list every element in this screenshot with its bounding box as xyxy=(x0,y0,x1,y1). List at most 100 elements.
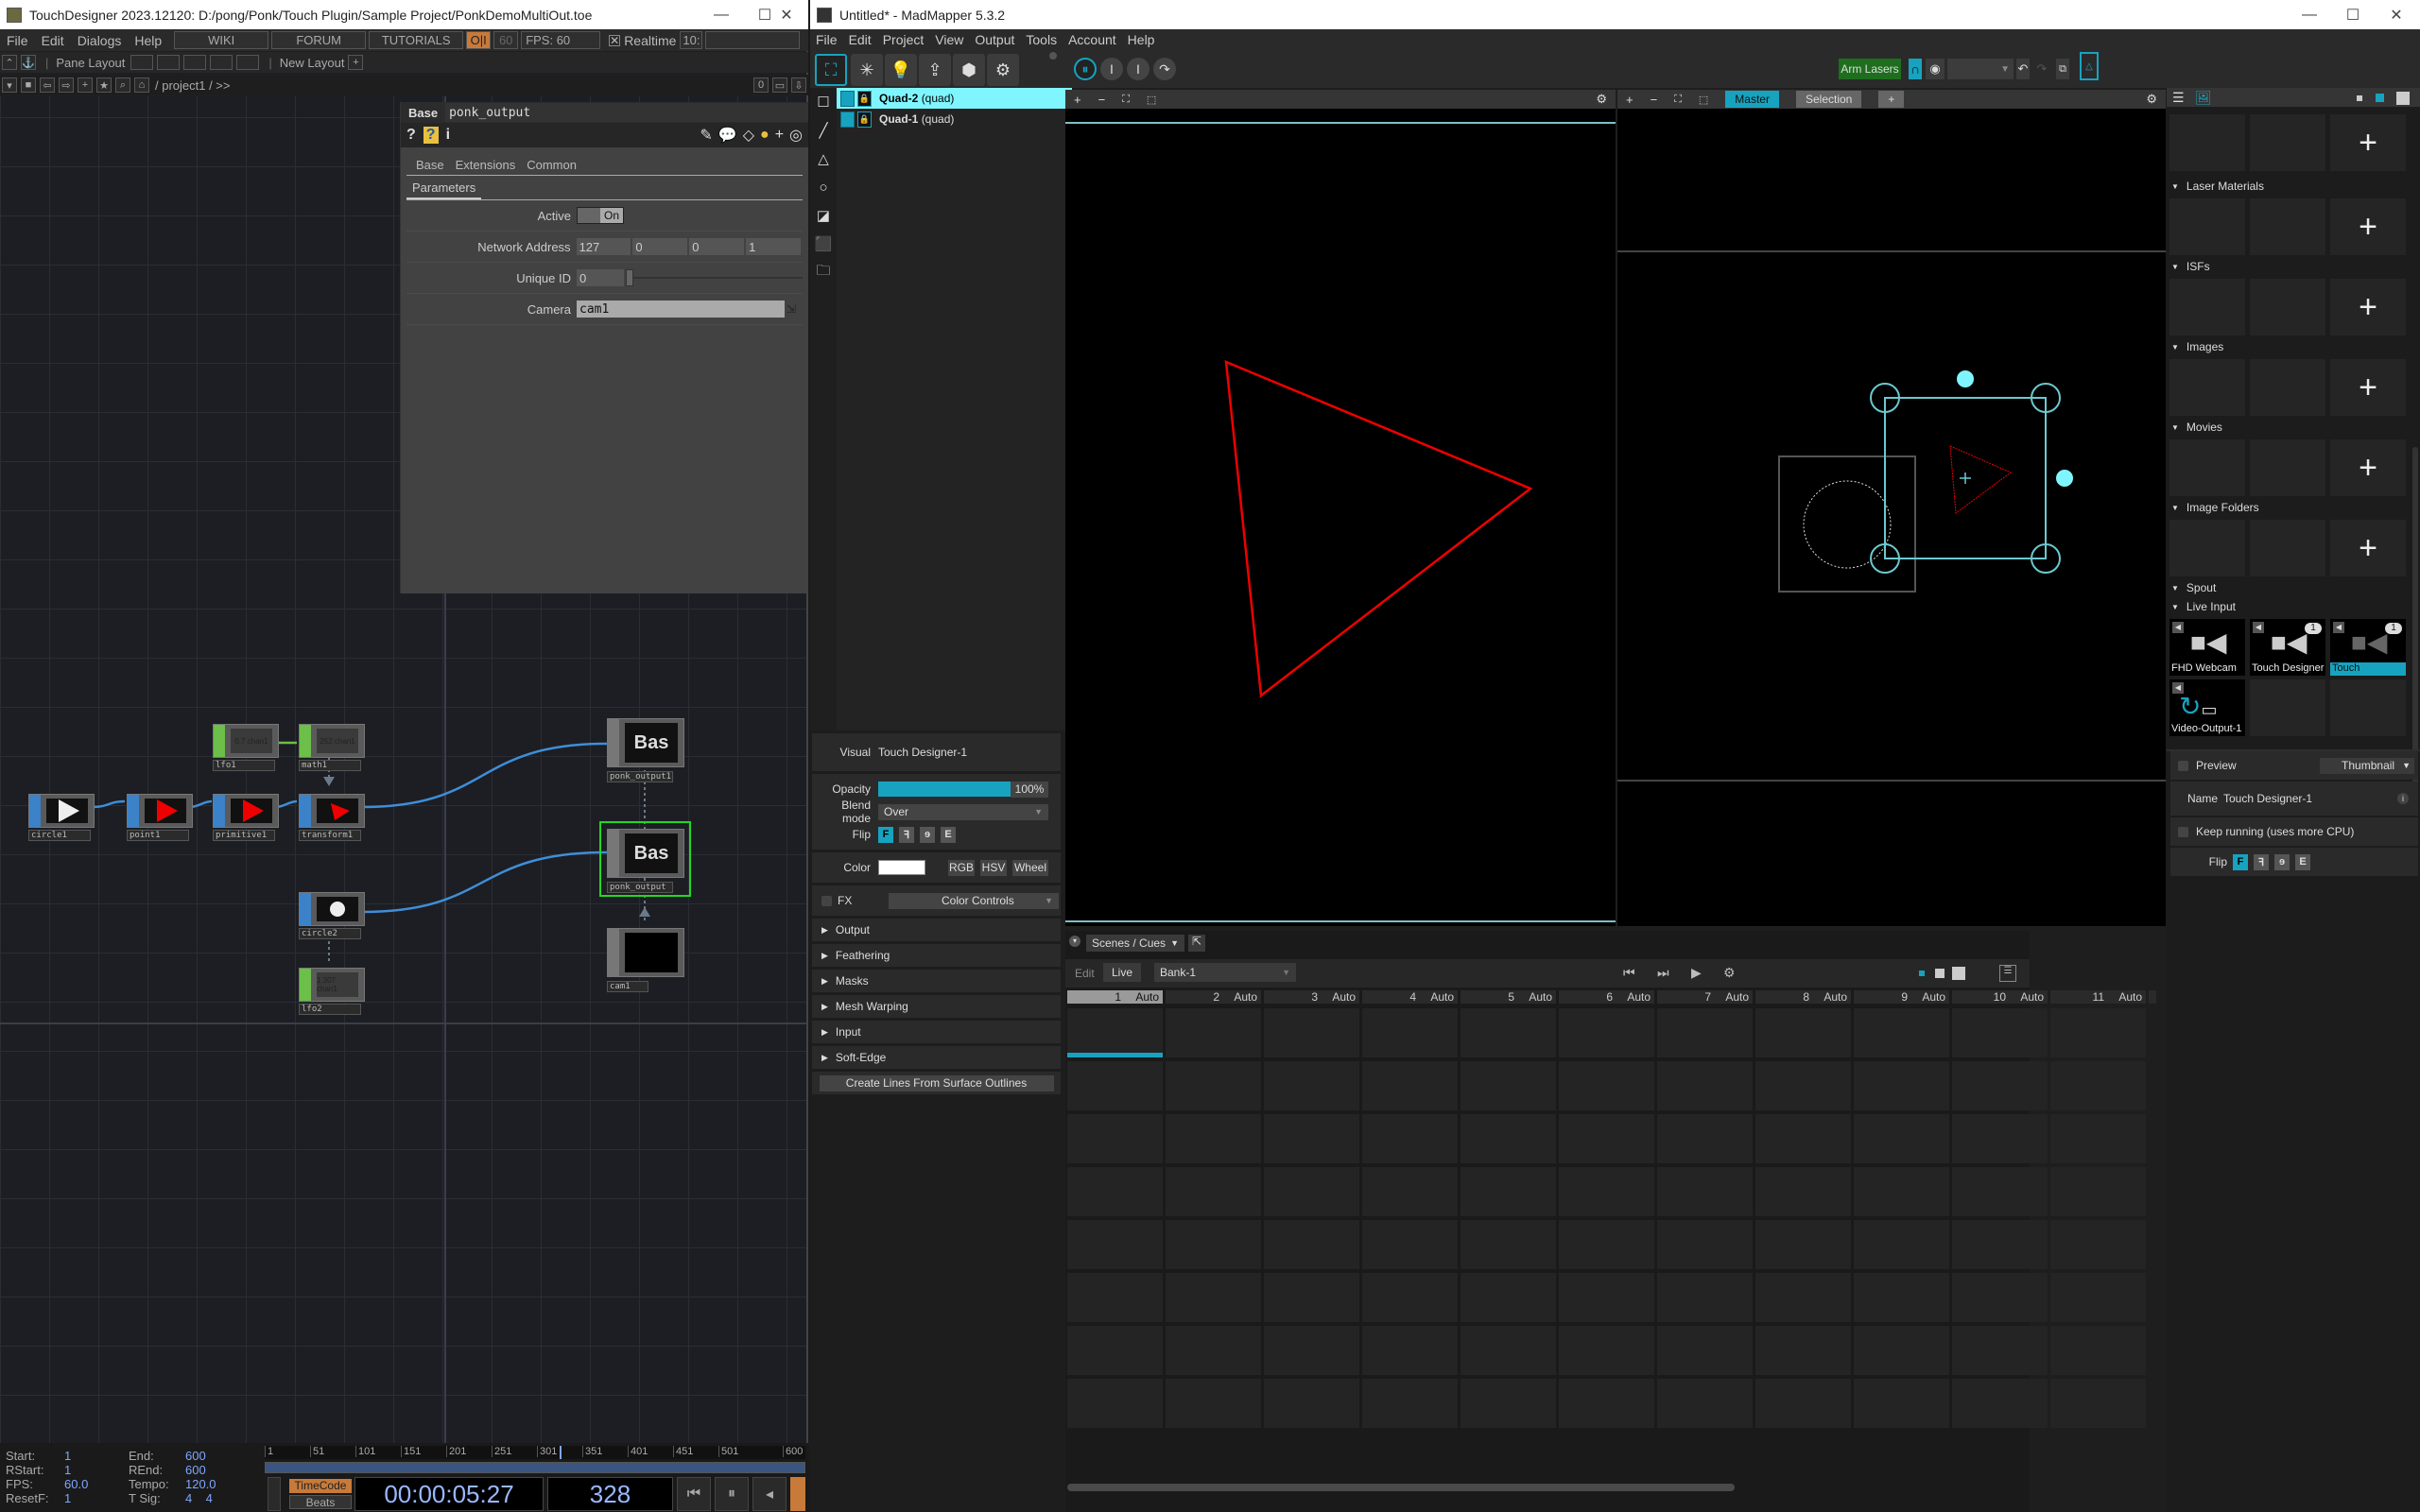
back-icon[interactable]: ◀ xyxy=(2172,622,2184,633)
laser-mode-icon[interactable]: ✳ xyxy=(851,54,883,86)
add-folder-icon[interactable]: 🗀 xyxy=(810,258,837,286)
layout-split-h[interactable] xyxy=(183,55,207,70)
layout-quad[interactable] xyxy=(236,55,260,70)
net-address-0[interactable]: 127 xyxy=(576,238,631,255)
cue-cell[interactable] xyxy=(1264,1167,1359,1216)
anchor-icon[interactable]: ⚓ xyxy=(21,55,36,70)
menu-down-icon[interactable]: ▾ xyxy=(2,77,17,93)
timeline-ruler[interactable]: 1 51 101 151 201 251 301 351 401 451 501 600 xyxy=(265,1446,805,1459)
section-output[interactable]: Output xyxy=(812,919,1061,941)
cue-header[interactable]: 5 Auto xyxy=(1461,990,1556,1004)
td-menu-file[interactable]: File xyxy=(0,33,35,48)
library-section-images[interactable]: Images xyxy=(2169,338,2223,355)
cue-cell[interactable] xyxy=(1559,1220,1654,1269)
surface-item-quad-2[interactable]: 🔒 Quad-2 (quad) xyxy=(837,88,1072,109)
target-icon[interactable]: ◎ xyxy=(789,126,803,145)
cue-cell[interactable] xyxy=(1952,1061,2048,1110)
settings-icon[interactable]: ⚙ xyxy=(987,54,1019,86)
mm-menu-help[interactable]: Help xyxy=(1122,32,1161,47)
cue-cell[interactable] xyxy=(1362,1379,1458,1428)
color-swatch[interactable] xyxy=(878,860,925,875)
lights-mode-icon[interactable]: 💡 xyxy=(885,54,917,86)
cue-cell[interactable] xyxy=(1264,1061,1359,1110)
add-layout-icon[interactable]: + xyxy=(348,55,364,70)
flip-none-button[interactable]: F xyxy=(2233,853,2248,870)
output-canvas[interactable] xyxy=(1617,109,2166,926)
cue-cell[interactable] xyxy=(1559,1379,1654,1428)
document-icon[interactable]: △ xyxy=(2080,52,2099,80)
comment-icon[interactable]: 💬 xyxy=(718,126,737,145)
live-input-fhd-webcam[interactable]: ◀ ■◀ FHD Webcam xyxy=(2169,619,2245,676)
beats-button[interactable]: Beats xyxy=(289,1495,352,1509)
cue-cell[interactable] xyxy=(1755,1008,1851,1057)
fit-icon[interactable]: ⛶ xyxy=(1674,94,1682,106)
visibility-toggle[interactable] xyxy=(840,111,855,128)
cue-cell[interactable] xyxy=(1067,1326,1163,1375)
fx-checkbox[interactable] xyxy=(821,895,832,906)
media-slot[interactable] xyxy=(2169,439,2245,496)
cue-cell[interactable] xyxy=(1264,1008,1359,1057)
fit-icon[interactable]: ⛶ xyxy=(1122,94,1130,106)
cue-cell[interactable] xyxy=(1952,1008,2048,1057)
cue-cell[interactable] xyxy=(1362,1114,1458,1163)
flip-v-button[interactable]: ɘ xyxy=(2274,853,2290,870)
fps-cap-field[interactable]: 60 xyxy=(493,31,519,49)
cue-cell[interactable] xyxy=(1559,1008,1654,1057)
cue-cell[interactable] xyxy=(1755,1326,1851,1375)
cue-cell[interactable] xyxy=(2050,1008,2146,1057)
flip-hv-button[interactable]: E xyxy=(2295,853,2310,870)
cue-header[interactable]: 11 Auto xyxy=(2050,990,2146,1004)
add-tab-button[interactable]: + xyxy=(1878,91,1905,108)
cue-cell[interactable] xyxy=(1854,1220,1949,1269)
forum-button[interactable]: FORUM xyxy=(271,31,367,49)
star-icon[interactable]: ★ xyxy=(96,77,112,93)
edit-icon[interactable]: ✎ xyxy=(700,126,712,145)
tab-selection[interactable]: Selection xyxy=(1795,91,1862,108)
cue-cell[interactable] xyxy=(1067,1114,1163,1163)
cue-cell[interactable] xyxy=(1657,1273,1753,1322)
mm-menu-account[interactable]: Account xyxy=(1063,32,1122,47)
flip-hv-button[interactable]: E xyxy=(941,826,956,843)
cue-cell[interactable] xyxy=(1461,1220,1556,1269)
cue-cell[interactable] xyxy=(1559,1273,1654,1322)
color-hsv-button[interactable]: HSV xyxy=(980,859,1007,876)
media-slot[interactable] xyxy=(2169,279,2245,335)
cue-cell[interactable] xyxy=(1166,1326,1261,1375)
cue-cell[interactable] xyxy=(1755,1273,1851,1322)
node-circle1[interactable] xyxy=(28,794,95,828)
node-lfo2[interactable]: 1.307 chan1 xyxy=(299,968,365,1002)
media-slot[interactable] xyxy=(2169,114,2245,171)
cue-cell[interactable] xyxy=(1854,1061,1949,1110)
td-menu-dialogs[interactable]: Dialogs xyxy=(71,33,129,48)
add-circle-icon[interactable]: ○ xyxy=(810,173,837,201)
cue-cell[interactable] xyxy=(1657,1379,1753,1428)
section-feathering[interactable]: Feathering xyxy=(812,944,1061,967)
cue-cell[interactable] xyxy=(2050,1273,2146,1322)
cue-header[interactable]: 2 Auto xyxy=(1166,990,1261,1004)
back-icon[interactable]: ◀ xyxy=(2253,622,2264,633)
create-lines-button[interactable]: Create Lines From Surface Outlines xyxy=(819,1074,1054,1091)
cue-cell[interactable] xyxy=(1166,1379,1261,1428)
cue-cell[interactable] xyxy=(1461,1379,1556,1428)
redo-icon[interactable]: ↷ xyxy=(2035,59,2048,79)
cue-cell[interactable] xyxy=(2050,1326,2146,1375)
cue-cell[interactable] xyxy=(1362,1220,1458,1269)
cue-cell[interactable] xyxy=(2050,1061,2146,1110)
node-math1[interactable]: 252 chan1 xyxy=(299,724,365,758)
input-canvas[interactable] xyxy=(1065,109,1616,926)
flip-h-button[interactable]: ꟻ xyxy=(899,826,914,843)
cue-cell[interactable] xyxy=(1854,1167,1949,1216)
cue-cell[interactable] xyxy=(1166,1114,1261,1163)
help-icon[interactable]: ? xyxy=(406,127,416,144)
media-slot[interactable] xyxy=(2250,439,2325,496)
cue-cell[interactable] xyxy=(1755,1379,1851,1428)
cue-cell[interactable] xyxy=(1559,1114,1654,1163)
media-slot[interactable] xyxy=(2169,520,2245,576)
add-line-icon[interactable]: ╱ xyxy=(810,116,837,145)
pause-icon[interactable]: ⏸ xyxy=(1074,58,1097,80)
close-icon[interactable]: ✕ xyxy=(765,0,808,29)
cue-cell[interactable] xyxy=(2050,1379,2146,1428)
info-icon[interactable]: i xyxy=(2397,793,2409,804)
live-input-video-output-1[interactable]: ◀ ↻▭ Video-Output-1 xyxy=(2169,679,2245,736)
media-slot[interactable] xyxy=(2250,279,2325,335)
